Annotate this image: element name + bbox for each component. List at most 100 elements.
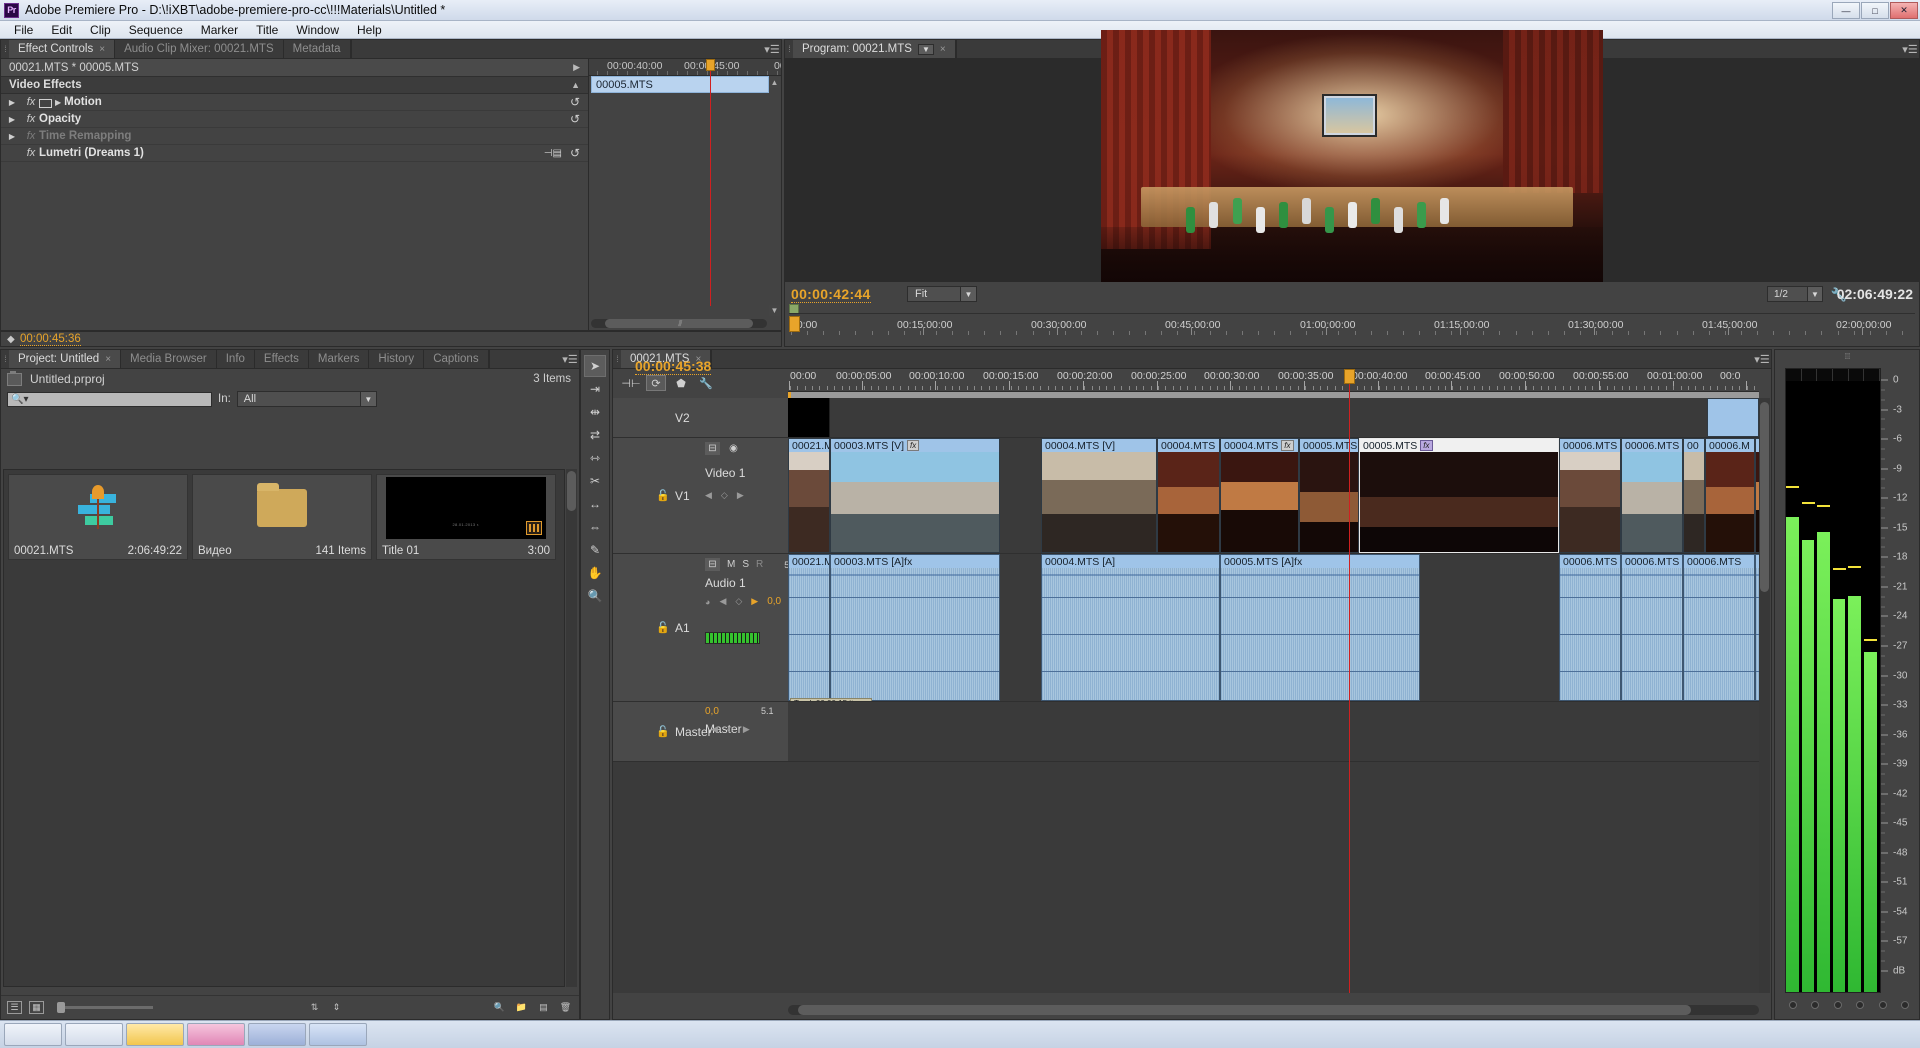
track-header-v2[interactable]: V2 bbox=[613, 398, 788, 438]
close-icon[interactable]: × bbox=[940, 44, 946, 55]
chevron-down-icon[interactable]: ▼ bbox=[918, 44, 934, 55]
timeline-clip[interactable]: 00006.MTS bbox=[1683, 554, 1755, 701]
timeline-clip[interactable]: 00006.MTS bbox=[1559, 554, 1621, 701]
track-header-master[interactable]: 🔓MasterMaster0,05.1◀◇▶ bbox=[613, 702, 788, 762]
pan-knob-icon[interactable]: ◕ bbox=[705, 597, 710, 607]
timeline-clip[interactable]: 00003.MTS [A]fx bbox=[830, 554, 1000, 701]
video-effects-section-header[interactable]: Video Effects ▲ bbox=[1, 77, 588, 94]
chevron-down-icon[interactable]: ▼ bbox=[360, 392, 376, 406]
close-icon[interactable]: × bbox=[99, 44, 105, 55]
taskbar-item[interactable] bbox=[248, 1023, 306, 1046]
chevron-down-icon[interactable]: ▼ bbox=[1807, 287, 1822, 301]
effect-row-lumetri-dreams-1[interactable]: fxLumetri (Dreams 1)⊣▤↺ bbox=[1, 145, 588, 162]
timeline-clip[interactable]: 00004.MTS bbox=[1157, 438, 1220, 553]
track-lock-icon[interactable]: 🔓 bbox=[651, 438, 675, 553]
next-keyframe-icon[interactable]: ▶ bbox=[743, 724, 750, 735]
taskbar-item[interactable] bbox=[187, 1023, 245, 1046]
tab-markers[interactable]: Markers bbox=[309, 350, 370, 368]
menu-item-file[interactable]: File bbox=[5, 21, 42, 39]
search-input[interactable]: 🔍▾ bbox=[7, 392, 212, 407]
pan-value[interactable]: 0,0 bbox=[705, 706, 719, 717]
timeline-clip[interactable]: 00006.MTS bbox=[1621, 554, 1683, 701]
record-track-button[interactable]: R bbox=[756, 559, 763, 570]
program-monitor-video[interactable] bbox=[1101, 30, 1603, 312]
menu-item-window[interactable]: Window bbox=[287, 21, 348, 39]
reset-effect-icon[interactable]: ↺ bbox=[570, 95, 580, 109]
meter-channel-toggle[interactable] bbox=[1901, 1001, 1909, 1009]
timeline-settings-button[interactable]: 🔧 bbox=[696, 375, 716, 391]
slip-tool[interactable]: ↔ bbox=[584, 493, 606, 515]
thumbnail-zoom-slider[interactable] bbox=[57, 1006, 153, 1009]
sort-order-icon[interactable]: ⇕ bbox=[329, 1001, 344, 1014]
effect-row-motion[interactable]: ▶fx▶Motion↺ bbox=[1, 94, 588, 111]
chevron-up-icon[interactable]: ▲ bbox=[571, 80, 580, 90]
find-icon[interactable]: 🔍 bbox=[492, 1001, 507, 1014]
new-item-icon[interactable]: ▤ bbox=[536, 1001, 551, 1014]
scroll-up-icon[interactable]: ▲ bbox=[769, 77, 780, 88]
work-area-bar[interactable] bbox=[788, 391, 1759, 398]
panel-grip-icon[interactable]: ⁞⁞⁞⁞ bbox=[1775, 350, 1919, 363]
meter-channel-toggle[interactable] bbox=[1856, 1001, 1864, 1009]
next-keyframe-icon[interactable]: ▶ bbox=[737, 490, 744, 501]
clip-indicator[interactable] bbox=[1802, 369, 1818, 381]
meter-channel-toggle[interactable] bbox=[1834, 1001, 1842, 1009]
eye-icon[interactable]: ◉ bbox=[726, 442, 741, 455]
effect-controls-playhead-handle[interactable] bbox=[706, 59, 715, 71]
taskbar-item[interactable] bbox=[126, 1023, 184, 1046]
meter-channel-toggle[interactable] bbox=[1789, 1001, 1797, 1009]
tab-history[interactable]: History bbox=[369, 350, 424, 368]
track-clip-area-master[interactable] bbox=[788, 702, 1759, 762]
effect-row-time-remapping[interactable]: ▶fxTime Remapping bbox=[1, 128, 588, 145]
prev-keyframe-icon[interactable]: ◀ bbox=[711, 724, 718, 735]
timeline-clip[interactable]: 00005.MTS bbox=[1299, 438, 1359, 553]
selection-tool[interactable]: ➤ bbox=[584, 355, 606, 377]
meter-channel-toggle[interactable] bbox=[1811, 1001, 1819, 1009]
next-keyframe-icon[interactable]: ▶ bbox=[751, 596, 758, 607]
tab-media-browser[interactable]: Media Browser bbox=[121, 350, 217, 368]
menu-item-sequence[interactable]: Sequence bbox=[120, 21, 192, 39]
effect-controls-ruler[interactable]: 00:00:40:0000:00:45:0000:00 bbox=[589, 59, 781, 76]
clip-indicator[interactable] bbox=[1864, 369, 1880, 381]
maximize-button[interactable]: □ bbox=[1861, 2, 1889, 19]
prev-keyframe-icon[interactable]: ◀ bbox=[705, 490, 712, 501]
disclosure-triangle-icon[interactable]: ▶ bbox=[1, 115, 23, 124]
track-lock-icon[interactable]: 🔓 bbox=[651, 554, 675, 701]
taskbar-item[interactable] bbox=[65, 1023, 123, 1046]
timeline-clip[interactable] bbox=[1707, 398, 1759, 437]
tab-effects[interactable]: Effects bbox=[255, 350, 309, 368]
panel-grip-icon[interactable]: ⁞ bbox=[785, 40, 793, 58]
disclosure-triangle-icon[interactable]: ▶ bbox=[1, 98, 23, 107]
panel-menu-icon[interactable]: ▾☰ bbox=[763, 40, 781, 58]
panel-grip-icon[interactable]: ⁞ bbox=[613, 350, 621, 368]
zoom-level-select[interactable]: Fit ▼ bbox=[907, 286, 977, 302]
pan-value[interactable]: 0,0 bbox=[767, 596, 781, 607]
linked-selection-button[interactable]: ⟳ bbox=[646, 375, 666, 391]
menu-item-edit[interactable]: Edit bbox=[42, 21, 81, 39]
timeline-ruler[interactable]: 00:0000:00:05:0000:00:10:0000:00:15:0000… bbox=[788, 369, 1759, 391]
program-monitor-ruler[interactable]: 00:0000:15:00:0000:30:00:0000:45:00:0001… bbox=[789, 313, 1915, 337]
sync-lock-icon[interactable]: ⊟ bbox=[705, 442, 720, 455]
panel-grip-icon[interactable]: ⁞ bbox=[1, 350, 9, 368]
clip-indicator[interactable] bbox=[1849, 369, 1865, 381]
program-playhead[interactable] bbox=[789, 316, 800, 332]
clip-indicator[interactable] bbox=[1786, 369, 1802, 381]
timeline-clip[interactable]: 00005.MTSfx bbox=[1359, 438, 1559, 553]
project-item[interactable]: Видео141 Items bbox=[192, 474, 372, 560]
panel-menu-icon[interactable]: ▾☰ bbox=[1753, 350, 1771, 368]
track-lock-icon[interactable]: 🔓 bbox=[651, 702, 675, 761]
panel-grip-icon[interactable]: ⁞ bbox=[1, 40, 9, 58]
tab-project-untitled[interactable]: Project: Untitled× bbox=[9, 350, 121, 368]
tab-audio-clip-mixer[interactable]: Audio Clip Mixer: 00021.MTS bbox=[115, 40, 284, 58]
add-keyframe-icon[interactable]: ◇ bbox=[727, 724, 734, 735]
track-header-a1[interactable]: 🔓A1Audio 1⊟MSR5.1◕◀◇▶0,0 bbox=[613, 554, 788, 702]
panel-menu-icon[interactable]: ▾☰ bbox=[561, 350, 579, 368]
delete-icon[interactable]: 🗑 bbox=[558, 1001, 573, 1014]
timeline-clip[interactable]: 00006.M bbox=[1705, 438, 1755, 553]
tab-program-monitor[interactable]: Program: 00021.MTS ▼ × bbox=[793, 40, 956, 58]
chevron-down-icon[interactable]: ▼ bbox=[960, 287, 976, 301]
effect-toggle-icon[interactable]: ⊣▤ bbox=[544, 148, 562, 159]
solo-track-button[interactable]: S bbox=[742, 559, 749, 570]
parent-bin-icon[interactable] bbox=[7, 373, 22, 386]
add-keyframe-icon[interactable]: ◇ bbox=[735, 596, 742, 607]
clip-indicator[interactable] bbox=[1817, 369, 1833, 381]
